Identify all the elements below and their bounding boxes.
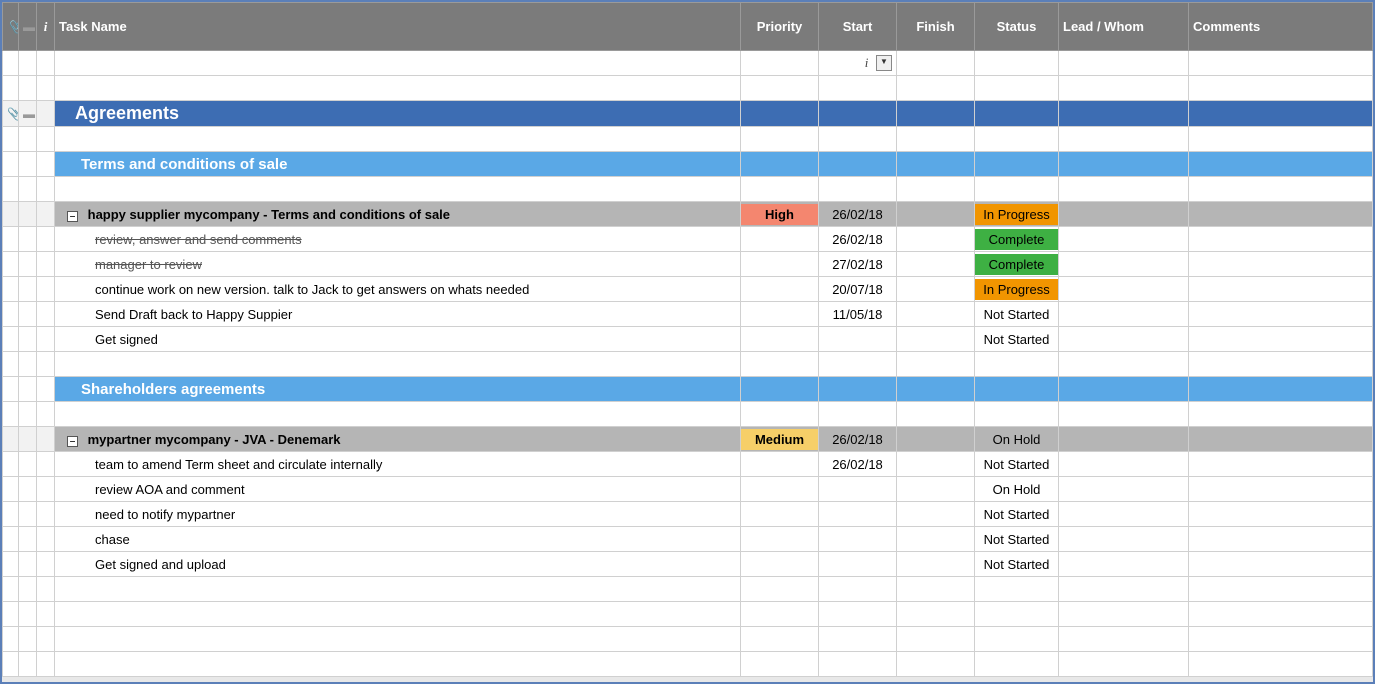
task-row[interactable]: team to amend Term sheet and circulate i… (3, 452, 1373, 477)
collapse-toggle[interactable]: – (67, 211, 78, 222)
project-grid: 📎 ▬ i Task Name Priority Start Finish St… (2, 2, 1373, 677)
subsection-shareholders[interactable]: Shareholders agreements (3, 377, 1373, 402)
task-name[interactable]: continue work on new version. talk to Ja… (55, 277, 741, 302)
info-icon: i (44, 19, 48, 34)
filter-info[interactable] (37, 51, 55, 76)
status-complete-badge: Complete (975, 229, 1058, 250)
section-note-cell[interactable]: ▬ (19, 101, 37, 127)
group-mypartner-jva[interactable]: – mypartner mycompany - JVA - Denemark M… (3, 427, 1373, 452)
filter-dropdown-button[interactable]: ▼ (876, 55, 892, 71)
status-complete-badge: Complete (975, 254, 1058, 275)
blank-row (3, 402, 1373, 427)
group-priority[interactable]: Medium (741, 427, 819, 452)
group-happy-supplier[interactable]: – happy supplier mycompany - Terms and c… (3, 202, 1373, 227)
paperclip-icon: 📎 (7, 107, 19, 121)
task-name[interactable]: review AOA and comment (55, 477, 741, 502)
note-icon: ▬ (23, 107, 35, 121)
filter-note[interactable] (19, 51, 37, 76)
subsection-title: Terms and conditions of sale (55, 152, 741, 177)
blank-row (3, 652, 1373, 677)
task-row[interactable]: Get signed Not Started (3, 327, 1373, 352)
task-row[interactable]: Get signed and upload Not Started (3, 552, 1373, 577)
filter-task[interactable] (55, 51, 741, 76)
group-start[interactable]: 26/02/18 (819, 427, 897, 452)
task-status[interactable]: Not Started (975, 527, 1059, 552)
section-agreements[interactable]: 📎 ▬ Agreements (3, 101, 1373, 127)
task-status[interactable]: Not Started (975, 502, 1059, 527)
note-icon: ▬ (23, 20, 35, 34)
header-info[interactable]: i (37, 3, 55, 51)
task-start[interactable]: 26/02/18 (819, 452, 897, 477)
header-status[interactable]: Status (975, 3, 1059, 51)
paperclip-icon: 📎 (7, 20, 19, 34)
filter-priority[interactable] (741, 51, 819, 76)
filter-lead[interactable] (1059, 51, 1189, 76)
status-in-progress-badge: In Progress (975, 204, 1058, 225)
task-name: manager to review (95, 257, 202, 272)
task-name: review, answer and send comments (95, 232, 302, 247)
group-priority[interactable]: High (741, 202, 819, 227)
filter-start[interactable]: i ▼ (819, 51, 897, 76)
task-name[interactable]: Get signed (55, 327, 741, 352)
filter-status[interactable] (975, 51, 1059, 76)
subsection-terms[interactable]: Terms and conditions of sale (3, 152, 1373, 177)
task-status[interactable]: Not Started (975, 452, 1059, 477)
task-row[interactable]: continue work on new version. talk to Ja… (3, 277, 1373, 302)
task-name[interactable]: chase (55, 527, 741, 552)
header-lead[interactable]: Lead / Whom (1059, 3, 1189, 51)
section-attach-cell[interactable]: 📎 (3, 101, 19, 127)
group-task-cell[interactable]: – happy supplier mycompany - Terms and c… (55, 202, 741, 227)
task-name[interactable]: need to notify mypartner (55, 502, 741, 527)
blank-row (3, 352, 1373, 377)
header-note[interactable]: ▬ (19, 3, 37, 51)
collapse-toggle[interactable]: – (67, 436, 78, 447)
filter-finish[interactable] (897, 51, 975, 76)
task-status[interactable]: Not Started (975, 552, 1059, 577)
task-start[interactable]: 27/02/18 (819, 252, 897, 277)
task-status[interactable]: Not Started (975, 327, 1059, 352)
group-start[interactable]: 26/02/18 (819, 202, 897, 227)
subsection-title: Shareholders agreements (55, 377, 741, 402)
group-status[interactable]: In Progress (975, 202, 1059, 227)
task-row[interactable]: review, answer and send comments 26/02/1… (3, 227, 1373, 252)
filter-row: i ▼ (3, 51, 1373, 76)
group-status[interactable]: On Hold (975, 427, 1059, 452)
task-row[interactable]: manager to review 27/02/18 Complete (3, 252, 1373, 277)
header-start[interactable]: Start (819, 3, 897, 51)
task-name[interactable]: Get signed and upload (55, 552, 741, 577)
blank-row (3, 177, 1373, 202)
filter-hint-icon: i (865, 55, 869, 70)
group-title: happy supplier mycompany - Terms and con… (88, 207, 450, 222)
blank-row (3, 577, 1373, 602)
task-row[interactable]: Send Draft back to Happy Suppier 11/05/1… (3, 302, 1373, 327)
header-priority[interactable]: Priority (741, 3, 819, 51)
header-comments[interactable]: Comments (1189, 3, 1373, 51)
task-row[interactable]: review AOA and comment On Hold (3, 477, 1373, 502)
header-attachment[interactable]: 📎 (3, 3, 19, 51)
task-start[interactable]: 11/05/18 (819, 302, 897, 327)
priority-medium-badge: Medium (741, 429, 818, 450)
task-row[interactable]: chase Not Started (3, 527, 1373, 552)
column-header-row: 📎 ▬ i Task Name Priority Start Finish St… (3, 3, 1373, 51)
filter-comments[interactable] (1189, 51, 1373, 76)
blank-row (3, 602, 1373, 627)
filter-attachment[interactable] (3, 51, 19, 76)
header-task[interactable]: Task Name (55, 3, 741, 51)
group-task-cell[interactable]: – mypartner mycompany - JVA - Denemark (55, 427, 741, 452)
blank-row (3, 76, 1373, 101)
blank-row (3, 627, 1373, 652)
header-finish[interactable]: Finish (897, 3, 975, 51)
blank-row (3, 127, 1373, 152)
group-title: mypartner mycompany - JVA - Denemark (88, 432, 341, 447)
status-in-progress-badge: In Progress (975, 279, 1058, 300)
task-status[interactable]: Not Started (975, 302, 1059, 327)
task-start[interactable]: 26/02/18 (819, 227, 897, 252)
priority-high-badge: High (741, 204, 818, 225)
task-start[interactable]: 20/07/18 (819, 277, 897, 302)
section-title: Agreements (55, 101, 741, 127)
task-row[interactable]: need to notify mypartner Not Started (3, 502, 1373, 527)
task-status[interactable]: On Hold (975, 477, 1059, 502)
task-name[interactable]: team to amend Term sheet and circulate i… (55, 452, 741, 477)
task-name[interactable]: Send Draft back to Happy Suppier (55, 302, 741, 327)
